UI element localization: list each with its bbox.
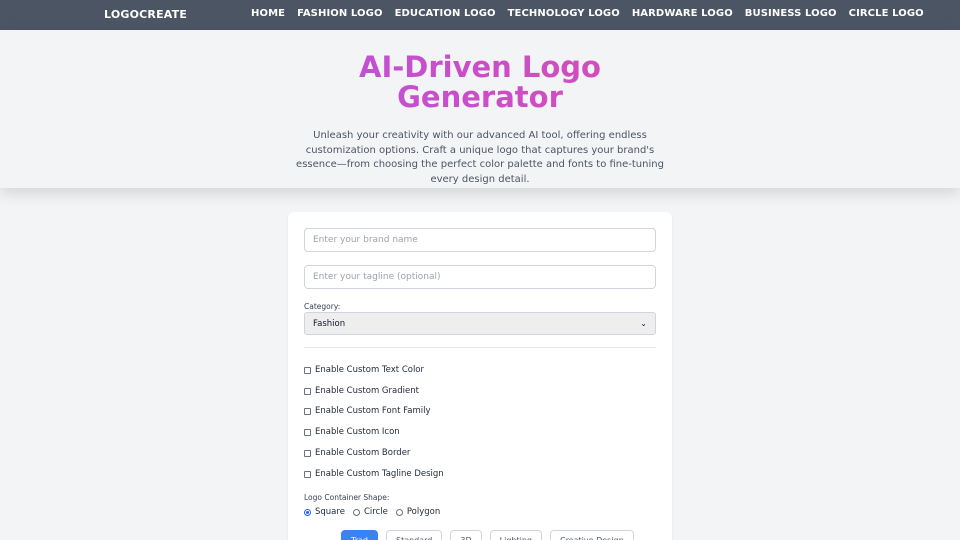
category-selected-value: Fashion [313,318,346,329]
nav-link-fashion-logo[interactable]: FASHION LOGO [297,8,383,19]
option-label: Enable Custom Icon [315,427,400,437]
option-label: Enable Custom Gradient [315,386,419,396]
nav-link-education-logo[interactable]: EDUCATION LOGO [395,8,496,19]
radio-label: Polygon [406,507,441,517]
category-label: Category: [304,302,341,311]
hero-description: Unleash your creativity with our advance… [296,130,664,185]
shape-option-circle[interactable]: Circle [352,507,388,517]
nav-link-hardware-logo[interactable]: HARDWARE LOGO [632,8,733,19]
shape-option-square[interactable]: Square [304,507,345,517]
checkbox[interactable] [304,407,311,415]
nav-link-business-logo[interactable]: BUSINESS LOGO [745,8,837,19]
tab-creative-design[interactable]: Creative Design [549,530,634,540]
option-label: Enable Custom Text Color [315,365,425,375]
tab-lighting[interactable]: Lighting [489,530,542,540]
option-custom-icon[interactable]: Enable Custom Icon [304,427,400,437]
brand-logo[interactable]: LOGOCREATE [104,8,187,21]
checkbox[interactable] [304,366,311,374]
category-select[interactable]: Fashion ⌄ [304,312,656,335]
option-custom-font-family[interactable]: Enable Custom Font Family [304,406,430,416]
divider [304,347,656,348]
option-custom-border[interactable]: Enable Custom Border [304,448,410,458]
nav-links: HOME FASHION LOGO EDUCATION LOGO TECHNOL… [251,8,924,19]
radio-button[interactable] [304,508,311,516]
page-title: AI-Driven Logo Generator [0,52,960,112]
radio-button[interactable] [395,508,403,516]
nav-link-circle-logo[interactable]: CIRCLE LOGO [849,8,924,19]
checkbox[interactable] [304,428,311,436]
option-label: Enable Custom Tagline Design [315,469,444,479]
option-custom-text-color[interactable]: Enable Custom Text Color [304,365,424,375]
option-label: Enable Custom Border [315,448,411,458]
checkbox[interactable] [304,449,311,457]
tab-standard[interactable]: Standard [385,530,443,540]
tagline-input[interactable] [304,265,656,289]
checkbox[interactable] [304,470,311,478]
navbar: LOGOCREATE HOME FASHION LOGO EDUCATION L… [0,0,960,30]
checkbox[interactable] [304,387,311,395]
logo-form-card: Category: Fashion ⌄ Enable Custom Text C… [288,212,672,540]
radio-button[interactable] [352,508,360,516]
shape-radio-group: Square Circle Polygon [304,507,448,517]
style-tabs: Trad Standard 3D Lighting Creative Desig… [341,530,634,540]
tab-trad[interactable]: Trad [341,530,378,540]
chevron-down-icon: ⌄ [640,319,647,328]
option-label: Enable Custom Font Family [315,406,431,416]
radio-label: Circle [363,507,388,517]
title-line-1: AI-Driven Logo [359,50,601,84]
title-line-2: Generator [397,80,563,114]
radio-label: Square [315,507,345,517]
option-custom-gradient[interactable]: Enable Custom Gradient [304,386,419,396]
nav-link-home[interactable]: HOME [251,8,285,19]
option-custom-tagline-design[interactable]: Enable Custom Tagline Design [304,469,444,479]
nav-link-technology-logo[interactable]: TECHNOLOGY LOGO [508,8,620,19]
shape-option-polygon[interactable]: Polygon [395,507,441,517]
hero-section: AI-Driven Logo Generator Unleash your cr… [0,30,960,188]
brand-name-input[interactable] [304,228,656,252]
shape-label: Logo Container Shape: [304,493,390,502]
tab-3d[interactable]: 3D [450,530,482,540]
